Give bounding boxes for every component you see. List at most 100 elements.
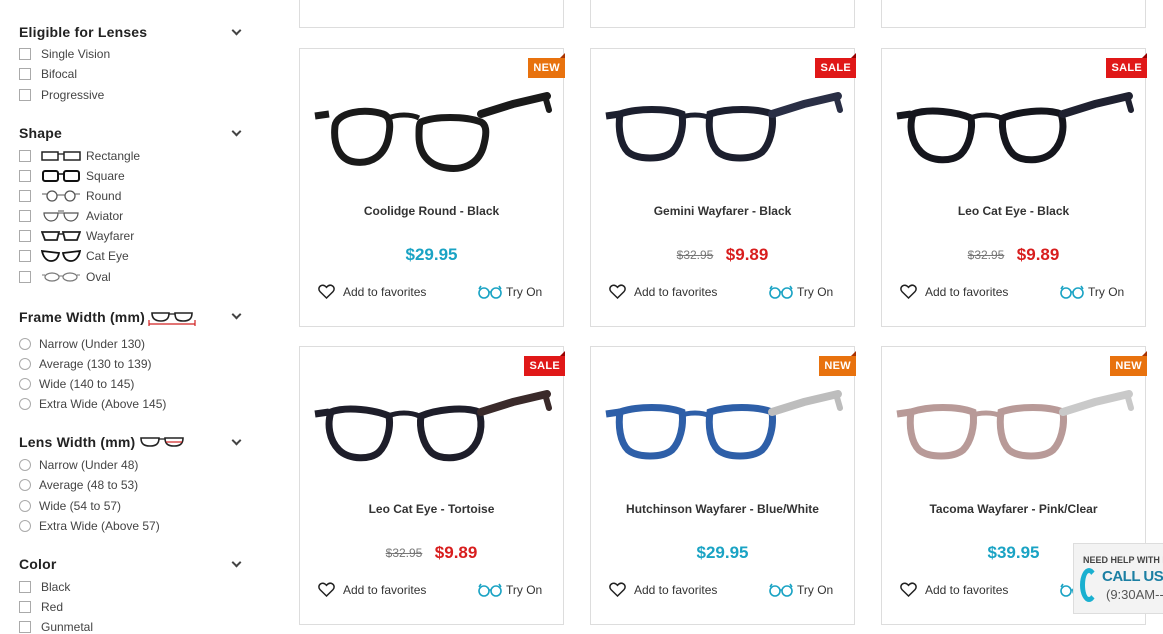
chevron-down-icon[interactable]: [231, 557, 242, 568]
radio-button[interactable]: [19, 398, 31, 410]
option-label: Wayfarer: [86, 229, 135, 243]
try-on-label: Try On: [506, 285, 543, 299]
product-image[interactable]: [591, 67, 854, 207]
option-label: Progressive: [41, 88, 105, 102]
filter-heading-color[interactable]: Color: [19, 556, 242, 572]
radio-button[interactable]: [19, 500, 31, 512]
call-help-widget[interactable]: NEED HELP WITH P CALL US 85 (9:30AM--: [1073, 543, 1163, 614]
product-name[interactable]: Tacoma Wayfarer - Pink/Clear: [882, 502, 1145, 516]
product-card-partial: [590, 0, 855, 28]
checkbox[interactable]: [19, 68, 31, 80]
product-card-5[interactable]: NEW Hutchinson Wayfarer - Blue/White $29…: [590, 346, 856, 625]
try-on-button[interactable]: Try On: [478, 284, 542, 300]
eyeglasses-product-image: [896, 390, 1134, 460]
radio-button[interactable]: [19, 338, 31, 350]
add-to-favorites-button[interactable]: Add to favorites: [900, 582, 1008, 597]
filter-heading-lenses[interactable]: Eligible for Lenses: [19, 24, 242, 40]
chevron-down-icon[interactable]: [231, 435, 242, 446]
favorites-label: Add to favorites: [343, 582, 427, 597]
try-on-label: Try On: [506, 583, 543, 597]
filter-option-extra-wide-lens[interactable]: Extra Wide (Above 57): [19, 519, 160, 533]
glasses-try-on-icon: [1060, 285, 1084, 299]
filter-option-bifocal[interactable]: Bifocal: [19, 67, 77, 81]
filter-option-round[interactable]: Round: [19, 189, 121, 203]
checkbox[interactable]: [19, 89, 31, 101]
try-on-button[interactable]: Try On: [478, 582, 542, 598]
product-image[interactable]: [882, 67, 1145, 207]
filter-option-square[interactable]: Square: [19, 169, 125, 183]
checkbox[interactable]: [19, 250, 31, 262]
radio-button[interactable]: [19, 378, 31, 390]
help-prompt: NEED HELP WITH P: [1083, 555, 1163, 565]
checkbox[interactable]: [19, 271, 31, 283]
chevron-down-icon[interactable]: [231, 309, 242, 320]
checkbox[interactable]: [19, 48, 31, 60]
wayfarer-glasses-icon: [41, 231, 81, 241]
product-card-3[interactable]: SALE Leo Cat Eye - Black $32.95 $9.89 Ad…: [881, 48, 1147, 327]
product-name[interactable]: Hutchinson Wayfarer - Blue/White: [591, 502, 854, 516]
filter-option-wide-frame[interactable]: Wide (140 to 145): [19, 377, 134, 391]
filter-option-single-vision[interactable]: Single Vision: [19, 47, 110, 61]
product-card-1[interactable]: NEW Coolidge Round - Black $29.95 Add to…: [299, 48, 565, 327]
checkbox[interactable]: [19, 170, 31, 182]
radio-button[interactable]: [19, 358, 31, 370]
option-label: Bifocal: [41, 67, 78, 81]
filter-option-oval[interactable]: Oval: [19, 270, 111, 284]
cat-eye-glasses-icon: [41, 250, 81, 262]
product-price: $29.95: [405, 245, 458, 264]
filter-option-aviator[interactable]: Aviator: [19, 209, 123, 223]
product-name[interactable]: Gemini Wayfarer - Black: [591, 204, 854, 218]
try-on-button[interactable]: Try On: [769, 284, 833, 300]
add-to-favorites-button[interactable]: Add to favorites: [318, 284, 426, 299]
radio-button[interactable]: [19, 520, 31, 532]
add-to-favorites-button[interactable]: Add to favorites: [609, 284, 717, 299]
filter-option-narrow-frame[interactable]: Narrow (Under 130): [19, 337, 145, 351]
radio-button[interactable]: [19, 459, 31, 471]
filter-option-rectangle[interactable]: Rectangle: [19, 149, 140, 163]
add-to-favorites-button[interactable]: Add to favorites: [318, 582, 426, 597]
product-image[interactable]: [300, 365, 563, 505]
filter-option-wayfarer[interactable]: Wayfarer: [19, 229, 134, 243]
chevron-down-icon[interactable]: [231, 25, 242, 36]
checkbox[interactable]: [19, 150, 31, 162]
favorites-label: Add to favorites: [925, 582, 1009, 597]
checkbox[interactable]: [19, 621, 31, 633]
radio-button[interactable]: [19, 479, 31, 491]
filter-option-progressive[interactable]: Progressive: [19, 88, 104, 102]
filter-option-narrow-lens[interactable]: Narrow (Under 48): [19, 458, 138, 472]
filter-option-wide-lens[interactable]: Wide (54 to 57): [19, 499, 121, 513]
add-to-favorites-button[interactable]: Add to favorites: [609, 582, 717, 597]
filter-heading-frame-width[interactable]: Frame Width (mm): [19, 308, 242, 326]
filter-option-extra-wide-frame[interactable]: Extra Wide (Above 145): [19, 397, 166, 411]
product-image[interactable]: [591, 365, 854, 505]
heart-icon: [318, 284, 335, 299]
checkbox[interactable]: [19, 230, 31, 242]
product-name[interactable]: Leo Cat Eye - Tortoise: [300, 502, 563, 516]
checkbox[interactable]: [19, 601, 31, 613]
filter-option-average-lens[interactable]: Average (48 to 53): [19, 478, 138, 492]
sale-badge: SALE: [1106, 53, 1147, 78]
filter-option-black[interactable]: Black: [19, 580, 70, 594]
new-badge: NEW: [528, 53, 565, 78]
product-name[interactable]: Leo Cat Eye - Black: [882, 204, 1145, 218]
filter-option-red[interactable]: Red: [19, 600, 63, 614]
filter-option-average-frame[interactable]: Average (130 to 139): [19, 357, 152, 371]
checkbox[interactable]: [19, 210, 31, 222]
product-image[interactable]: [882, 365, 1145, 505]
product-card-4[interactable]: SALE Leo Cat Eye - Tortoise $32.95 $9.89…: [299, 346, 565, 625]
chevron-down-icon[interactable]: [231, 126, 242, 137]
product-card-2[interactable]: SALE Gemini Wayfarer - Black $32.95 $9.8…: [590, 48, 856, 327]
checkbox[interactable]: [19, 581, 31, 593]
product-actions: Add to favorites Try On: [882, 284, 1145, 304]
checkbox[interactable]: [19, 190, 31, 202]
try-on-button[interactable]: Try On: [1060, 284, 1124, 300]
filter-heading-shape[interactable]: Shape: [19, 125, 242, 141]
try-on-button[interactable]: Try On: [769, 582, 833, 598]
filter-option-cat-eye[interactable]: Cat Eye: [19, 249, 129, 263]
filter-option-gunmetal[interactable]: Gunmetal: [19, 620, 93, 634]
product-name[interactable]: Coolidge Round - Black: [300, 204, 563, 218]
add-to-favorites-button[interactable]: Add to favorites: [900, 284, 1008, 299]
round-glasses-icon: [42, 190, 80, 202]
product-image[interactable]: [300, 67, 563, 207]
filter-heading-lens-width[interactable]: Lens Width (mm): [19, 434, 242, 450]
